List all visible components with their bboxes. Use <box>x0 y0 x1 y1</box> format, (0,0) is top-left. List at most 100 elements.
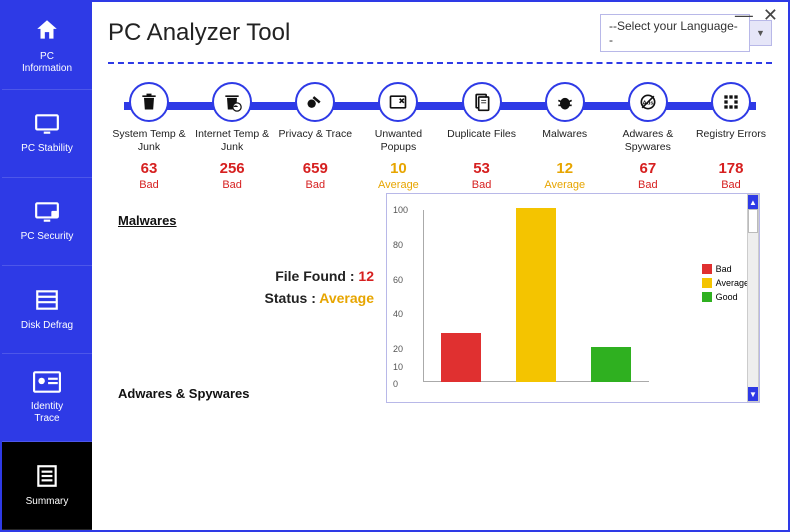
trash-icon <box>129 82 169 122</box>
chart-ytick: 10 <box>393 362 403 372</box>
scan-item-status: Bad <box>472 179 492 191</box>
no-ads-icon: Ads <box>628 82 668 122</box>
summary-icon <box>34 464 60 491</box>
monitor-lock-icon <box>34 201 60 226</box>
scan-item-count: 178 <box>718 160 743 177</box>
minimize-button[interactable]: — <box>735 8 753 22</box>
sidebar-item-summary[interactable]: Summary <box>2 442 92 530</box>
file-found-label: File Found : <box>275 268 358 284</box>
chart-legend: Bad Average Good <box>702 264 749 306</box>
scan-item-status: Bad <box>721 179 741 191</box>
detail-area: Malwares File Found : 12 Status : Averag… <box>108 213 772 530</box>
scroll-thumb[interactable] <box>748 209 758 233</box>
chart-ytick: 20 <box>393 344 403 354</box>
scan-item-status: Bad <box>638 179 658 191</box>
close-button[interactable]: ✕ <box>763 8 778 22</box>
legend-swatch-bad <box>702 264 712 274</box>
chart-container: Bad Average Good ▲ ▼ 0 10 20 40 60 80 100 <box>386 193 760 403</box>
scan-item-label: Duplicate Files <box>447 128 516 154</box>
monitor-icon <box>34 113 60 138</box>
scan-item[interactable]: Unwanted Popups 10 Average <box>359 82 437 191</box>
chart-bar <box>516 208 556 382</box>
scrollbar[interactable]: ▲ ▼ <box>747 194 759 402</box>
sidebar-item-label: Identity Trace <box>31 401 63 425</box>
next-section-title: Adwares & Spywares <box>118 386 378 401</box>
trash-browser-icon <box>212 82 252 122</box>
chart-ytick: 80 <box>393 240 403 250</box>
status-value: Average <box>319 290 374 306</box>
sidebar-item-pc-stability[interactable]: PC Stability <box>2 90 92 178</box>
scan-item-label: System Temp & Junk <box>110 128 188 154</box>
chart-ytick: 60 <box>393 275 403 285</box>
legend-label: Good <box>716 292 738 302</box>
duplicate-files-icon <box>462 82 502 122</box>
sidebar-item-pc-information[interactable]: PC Information <box>2 2 92 90</box>
scroll-down-icon[interactable]: ▼ <box>748 387 758 401</box>
chart-bar <box>591 347 631 382</box>
key-icon <box>295 82 335 122</box>
sidebar-item-label: PC Security <box>21 231 74 243</box>
scan-item[interactable]: System Temp & Junk 63 Bad <box>110 82 188 191</box>
legend-label: Bad <box>716 264 732 274</box>
language-combo-text: --Select your Language-- <box>600 14 750 52</box>
bug-icon <box>545 82 585 122</box>
popup-x-icon <box>378 82 418 122</box>
scan-item[interactable]: Privacy & Trace659Bad <box>276 82 354 191</box>
scan-item-count: 53 <box>473 160 490 177</box>
file-found-row: File Found : 12 <box>118 268 378 284</box>
status-label: Status : <box>265 290 320 306</box>
sidebar-item-label: PC Stability <box>21 143 73 155</box>
scan-summary-row: System Temp & Junk63BadInternet Temp & J… <box>108 82 772 191</box>
chart-ytick: 100 <box>393 205 408 215</box>
sidebar-item-label: PC Information <box>22 51 72 75</box>
page-title: PC Analyzer Tool <box>108 19 290 47</box>
scan-item-count: 10 <box>390 160 407 177</box>
main-content: PC Analyzer Tool --Select your Language-… <box>92 2 788 530</box>
header: PC Analyzer Tool --Select your Language-… <box>108 14 772 52</box>
detail-section-title: Malwares <box>118 213 378 228</box>
sidebar-item-identity-trace[interactable]: Identity Trace <box>2 354 92 442</box>
sidebar-item-label: Disk Defrag <box>21 320 73 332</box>
sidebar-item-disk-defrag[interactable]: Disk Defrag <box>2 266 92 354</box>
legend-item-avg: Average <box>702 278 749 288</box>
scan-item-label: Malwares <box>542 128 587 154</box>
scan-item[interactable]: Internet Temp & Junk 256 Bad <box>193 82 271 191</box>
scan-item-label: Registry Errors <box>696 128 766 154</box>
scroll-up-icon[interactable]: ▲ <box>748 195 758 209</box>
scan-item-status: Bad <box>222 179 242 191</box>
id-card-icon <box>33 371 61 396</box>
scan-item-count: 67 <box>640 160 657 177</box>
scan-item-status: Average <box>378 179 419 191</box>
detail-panel: Malwares File Found : 12 Status : Averag… <box>108 213 378 530</box>
sidebar-item-pc-security[interactable]: PC Security <box>2 178 92 266</box>
file-found-value: 12 <box>358 268 374 284</box>
legend-swatch-good <box>702 292 712 302</box>
scan-item[interactable]: Malwares 12 Average <box>526 82 604 191</box>
scan-item-label: Adwares & Spywares <box>609 128 687 154</box>
legend-label: Average <box>716 278 749 288</box>
scan-item-count: 256 <box>220 160 245 177</box>
window-controls: — ✕ <box>735 8 778 22</box>
scan-item-status: Bad <box>139 179 159 191</box>
scan-item-label: Unwanted Popups <box>359 128 437 154</box>
scan-item[interactable]: Ads Adwares & Spywares 67 Bad <box>609 82 687 191</box>
scan-item-label: Internet Temp & Junk <box>193 128 271 154</box>
scan-item-count: 12 <box>556 160 573 177</box>
legend-swatch-avg <box>702 278 712 288</box>
scan-item-count: 659 <box>303 160 328 177</box>
scan-item-count: 63 <box>141 160 158 177</box>
sidebar: PC Information PC Stability PC Security … <box>2 2 92 530</box>
chart-bar <box>441 333 481 382</box>
chart-ytick: 40 <box>393 309 403 319</box>
home-icon <box>34 17 60 46</box>
scan-item[interactable]: Registry Errors 178 Bad <box>692 82 770 191</box>
scan-item-label: Privacy & Trace <box>279 128 353 154</box>
chart-ytick: 0 <box>393 379 398 389</box>
status-row: Status : Average <box>118 290 378 306</box>
registry-grid-icon <box>711 82 751 122</box>
scan-item-status: Average <box>544 179 585 191</box>
app-window: — ✕ PC Information PC Stability PC Secur… <box>0 0 790 532</box>
scan-item[interactable]: Duplicate Files 53 Bad <box>443 82 521 191</box>
disk-icon <box>34 288 60 315</box>
sidebar-item-label: Summary <box>26 496 69 508</box>
